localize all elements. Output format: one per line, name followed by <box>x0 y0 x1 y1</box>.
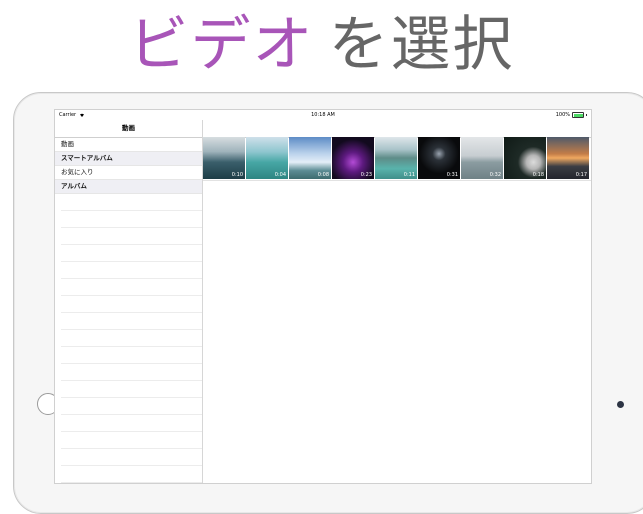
video-duration: 0:18 <box>532 172 544 178</box>
status-bar: Carrier 10:18 AM 100% <box>55 110 591 120</box>
video-duration: 0:32 <box>489 172 501 178</box>
status-time: 10:18 AM <box>311 112 335 118</box>
content-divider <box>203 180 591 181</box>
sidebar-empty-row <box>61 364 202 381</box>
video-thumbnail-row: 0:10 0:04 0:08 0:23 0:11 0:31 0:32 0:18 … <box>203 137 589 179</box>
headline-accent: ビデオ <box>128 10 315 80</box>
camera-icon <box>617 401 624 408</box>
video-thumbnail[interactable]: 0:04 <box>246 137 288 179</box>
sidebar-empty-rows <box>55 194 202 484</box>
video-duration: 0:10 <box>231 172 243 178</box>
sidebar-empty-row <box>61 347 202 364</box>
video-thumbnail[interactable]: 0:17 <box>547 137 589 179</box>
video-duration: 0:23 <box>360 172 372 178</box>
video-thumbnail[interactable]: 0:32 <box>461 137 503 179</box>
sidebar-empty-row <box>61 466 202 483</box>
battery-icon <box>572 112 584 118</box>
sidebar-section-albums: アルバム <box>55 180 202 194</box>
video-duration: 0:17 <box>575 172 587 178</box>
battery-tip <box>586 114 587 116</box>
sidebar-empty-row <box>61 228 202 245</box>
sidebar-empty-row <box>61 432 202 449</box>
sidebar-empty-row <box>61 313 202 330</box>
content-nav-bar <box>203 120 591 138</box>
sidebar-empty-row <box>61 245 202 262</box>
sidebar-list: 動画 スマートアルバム お気に入り アルバム <box>55 138 202 484</box>
video-thumbnail[interactable]: 0:08 <box>289 137 331 179</box>
sidebar-item-videos[interactable]: 動画 <box>55 138 202 152</box>
sidebar-empty-row <box>61 262 202 279</box>
sidebar-item-favorites[interactable]: お気に入り <box>55 166 202 180</box>
video-duration: 0:31 <box>446 172 458 178</box>
promo-headline: ビデオ を選択 <box>0 0 643 90</box>
sidebar-empty-row <box>61 381 202 398</box>
video-duration: 0:04 <box>274 172 286 178</box>
sidebar-empty-row <box>61 211 202 228</box>
headline-rest: を選択 <box>328 10 515 80</box>
video-duration: 0:08 <box>317 172 329 178</box>
video-thumbnail[interactable]: 0:31 <box>418 137 460 179</box>
sidebar-empty-row <box>61 483 202 484</box>
ipad-screen: Carrier 10:18 AM 100% 動画 動画 スマートアルバム お気に… <box>54 109 592 484</box>
sidebar-title: 動画 <box>55 120 202 138</box>
sidebar-empty-row <box>61 415 202 432</box>
video-thumbnail[interactable]: 0:11 <box>375 137 417 179</box>
sidebar-empty-row <box>61 194 202 211</box>
battery-percent: 100% <box>555 112 570 118</box>
sidebar-empty-row <box>61 398 202 415</box>
sidebar-empty-row <box>61 279 202 296</box>
sidebar-empty-row <box>61 449 202 466</box>
sidebar-section-smart-albums: スマートアルバム <box>55 152 202 166</box>
video-duration: 0:11 <box>403 172 415 178</box>
video-thumbnail[interactable]: 0:18 <box>504 137 546 179</box>
video-thumbnail[interactable]: 0:10 <box>203 137 245 179</box>
sidebar-empty-row <box>61 330 202 347</box>
sidebar-empty-row <box>61 296 202 313</box>
video-thumbnail[interactable]: 0:23 <box>332 137 374 179</box>
sidebar: 動画 動画 スマートアルバム お気に入り アルバム <box>55 120 203 483</box>
video-grid-panel: 0:10 0:04 0:08 0:23 0:11 0:31 0:32 0:18 … <box>203 120 591 483</box>
